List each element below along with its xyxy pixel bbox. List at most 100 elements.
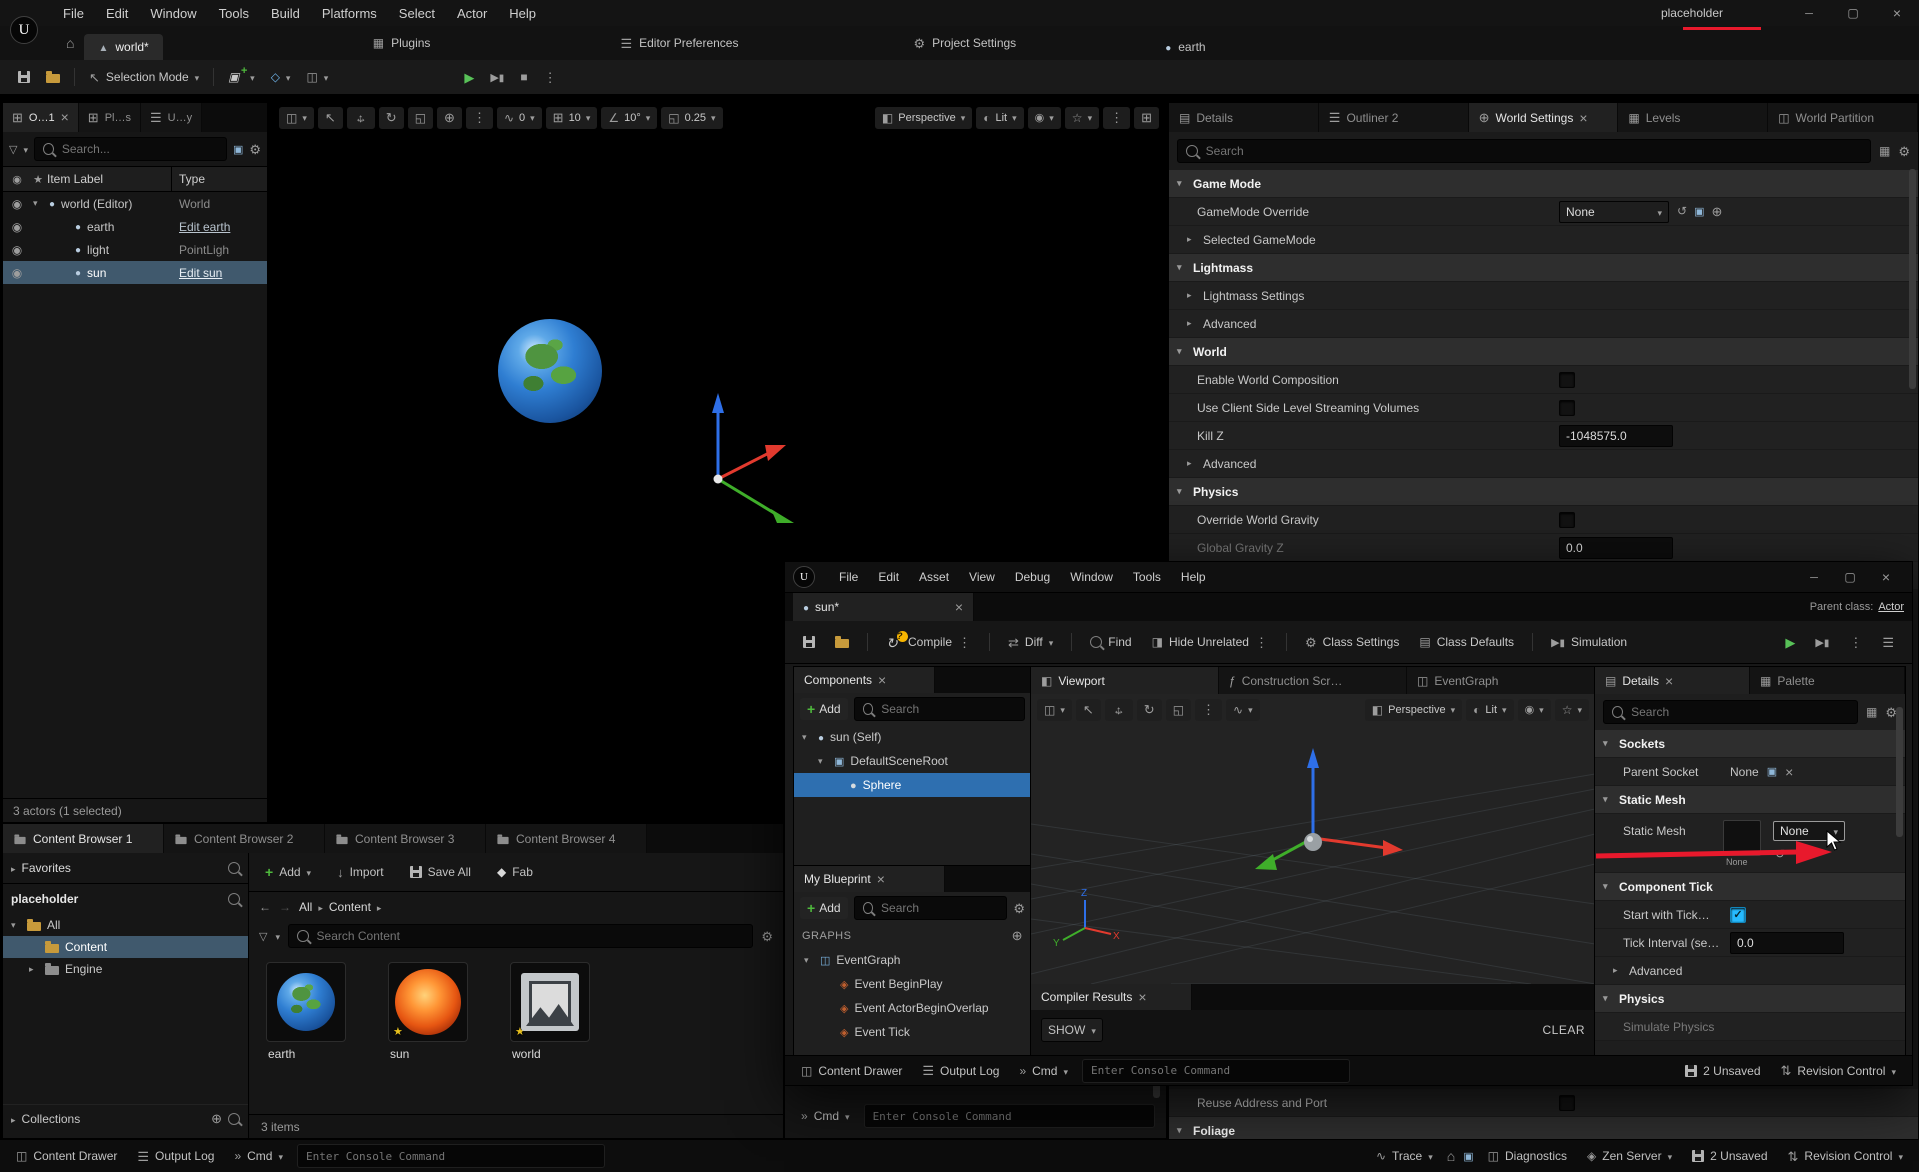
actor-type[interactable]: World — [179, 197, 210, 211]
column-item-label[interactable]: Item Label — [47, 172, 103, 186]
actor-type[interactable]: PointLigh — [179, 243, 229, 257]
tab-world-partition[interactable]: World Partition — [1768, 103, 1918, 132]
chevron-down-icon[interactable] — [23, 143, 28, 155]
cinematics-button[interactable] — [298, 64, 336, 90]
use-selected-icon[interactable] — [1677, 205, 1687, 218]
rotate-tool-button[interactable] — [379, 107, 404, 129]
settings-scrollbar[interactable] — [1909, 169, 1916, 389]
outliner-row[interactable]: ◉ earth Edit earth — [3, 215, 267, 238]
compile-button[interactable]: Compile — [878, 629, 979, 655]
asset-item[interactable]: ★ world — [510, 962, 606, 1061]
close-icon[interactable] — [877, 872, 885, 886]
frame-skip-button[interactable] — [482, 64, 512, 90]
transform-gizmo[interactable] — [641, 371, 831, 551]
pinned-column-icon[interactable] — [29, 173, 47, 186]
diagnostics-button[interactable]: Diagnostics — [1482, 1144, 1573, 1168]
actor-type[interactable]: Edit sun — [179, 266, 222, 280]
outliner-row[interactable]: ◉ sun Edit sun — [3, 261, 267, 284]
content-drawer-button[interactable]: Content Drawer — [10, 1144, 123, 1168]
add-actor-button[interactable] — [220, 64, 263, 90]
view-effects-button[interactable] — [1065, 107, 1099, 129]
asset-thumbnail[interactable] — [266, 962, 346, 1042]
menu-item[interactable]: Build — [260, 0, 311, 26]
menu-item[interactable]: Actor — [446, 0, 498, 26]
scale-tool-button[interactable] — [1166, 699, 1191, 721]
component-row[interactable]: Sphere — [794, 773, 1031, 797]
show-filter-dropdown[interactable]: SHOW — [1041, 1018, 1103, 1042]
new-folder-icon[interactable] — [233, 143, 243, 156]
settings-row[interactable]: Override World Gravity — [1169, 506, 1918, 534]
perspective-dropdown[interactable]: Perspective — [875, 107, 972, 129]
asset-item[interactable]: earth — [266, 962, 362, 1061]
settings-row[interactable]: Kill Z -1048575.0 — [1169, 422, 1918, 450]
add-component-button[interactable]: Add — [800, 698, 848, 720]
search-icon[interactable] — [228, 1113, 240, 1125]
snap-options-button[interactable] — [466, 107, 493, 129]
tab-bp-details[interactable]: Details — [1595, 667, 1750, 694]
viewport-more-button[interactable] — [1103, 107, 1130, 129]
menu-item[interactable]: Select — [388, 0, 446, 26]
earth-actor[interactable] — [498, 319, 602, 423]
bp-settings-row[interactable]: Tick Interval (se… 0.0 — [1595, 929, 1905, 957]
scale-snap-button[interactable]: 0.25 — [661, 107, 722, 129]
menu-item[interactable]: Window — [139, 0, 207, 26]
close-button[interactable] — [1875, 0, 1919, 26]
surface-snapping-button[interactable] — [437, 107, 462, 129]
settings-row[interactable]: Lightmass Settings — [1169, 282, 1918, 310]
menu-item[interactable]: Edit — [95, 0, 139, 26]
snap-options-button[interactable] — [1195, 699, 1222, 721]
content-drawer-button[interactable]: Content Drawer — [795, 1059, 908, 1083]
outliner-row[interactable]: ◉ ▾ world (Editor) World — [3, 192, 267, 215]
select-tool-button[interactable] — [1076, 699, 1101, 721]
close-icon[interactable] — [1579, 111, 1587, 125]
tab-details[interactable]: Details — [1169, 103, 1319, 132]
asset-thumbnail[interactable]: ★ — [510, 962, 590, 1042]
expand-arrow-icon[interactable]: ▾ — [818, 756, 828, 767]
settings-gear-icon[interactable] — [1898, 145, 1910, 158]
dock-tab[interactable]: Pl…s — [79, 103, 141, 132]
add-collection-icon[interactable] — [211, 1112, 222, 1125]
content-browser-tab[interactable]: Content Browser 4 — [486, 824, 647, 853]
clear-icon[interactable] — [1785, 765, 1793, 779]
close-icon[interactable] — [1138, 990, 1146, 1004]
home-icon[interactable] — [66, 36, 74, 50]
show-flags-button[interactable] — [1028, 107, 1061, 129]
save-all-button[interactable]: Save All — [404, 860, 477, 884]
expand-arrow-icon[interactable]: ▸ — [29, 964, 39, 975]
dock-tab[interactable]: O…1 — [3, 103, 79, 132]
project-settings-button[interactable]: Project Settings — [913, 36, 1016, 50]
minimize-button[interactable] — [1787, 0, 1831, 26]
folder-tree-row[interactable]: ▾ All — [3, 914, 248, 936]
filter-icon[interactable] — [259, 930, 267, 943]
settings-row[interactable]: Selected GameMode — [1169, 226, 1918, 254]
visibility-column-icon[interactable] — [5, 173, 29, 186]
display-options-icon[interactable] — [1879, 145, 1890, 157]
tab-earth-asset[interactable]: earth — [1151, 34, 1219, 60]
stop-button[interactable] — [512, 64, 535, 90]
settings-icon[interactable] — [249, 143, 261, 156]
folder-tree-row[interactable]: ▸ Engine — [3, 958, 248, 980]
settings-row[interactable]: Reuse Address and Port — [1169, 1089, 1918, 1117]
search-icon[interactable] — [228, 893, 240, 905]
lit-dropdown[interactable]: Lit — [1466, 699, 1513, 721]
parent-class-link[interactable]: Actor — [1878, 601, 1904, 613]
filter-icon[interactable] — [9, 143, 17, 156]
favorites-header[interactable]: Favorites — [3, 853, 248, 884]
menu-item[interactable]: Help — [1171, 570, 1216, 584]
setting-checkbox[interactable] — [1559, 512, 1575, 528]
find-button[interactable]: Find — [1082, 629, 1139, 655]
viewport-options-button[interactable] — [1037, 699, 1072, 721]
settings-row[interactable]: Global Gravity Z 0.0 — [1169, 534, 1918, 562]
bp-settings-row[interactable]: Component Tick — [1595, 873, 1905, 901]
graph-row[interactable]: Event BeginPlay — [794, 972, 1031, 996]
bp-center-tab[interactable]: EventGraph — [1407, 667, 1595, 694]
tab-world-level[interactable]: world* — [84, 34, 162, 60]
graph-row[interactable]: Event ActorBeginOverlap — [794, 996, 1031, 1020]
hub-icon[interactable] — [1447, 1149, 1455, 1163]
component-row[interactable]: ▾ sun (Self) — [794, 725, 1031, 749]
play-button[interactable] — [1777, 629, 1803, 655]
add-new-button[interactable]: Add — [800, 897, 848, 919]
console-command-input[interactable] — [1082, 1059, 1350, 1083]
import-button[interactable]: Import — [331, 860, 390, 884]
breadcrumb-all[interactable]: All — [299, 900, 312, 914]
